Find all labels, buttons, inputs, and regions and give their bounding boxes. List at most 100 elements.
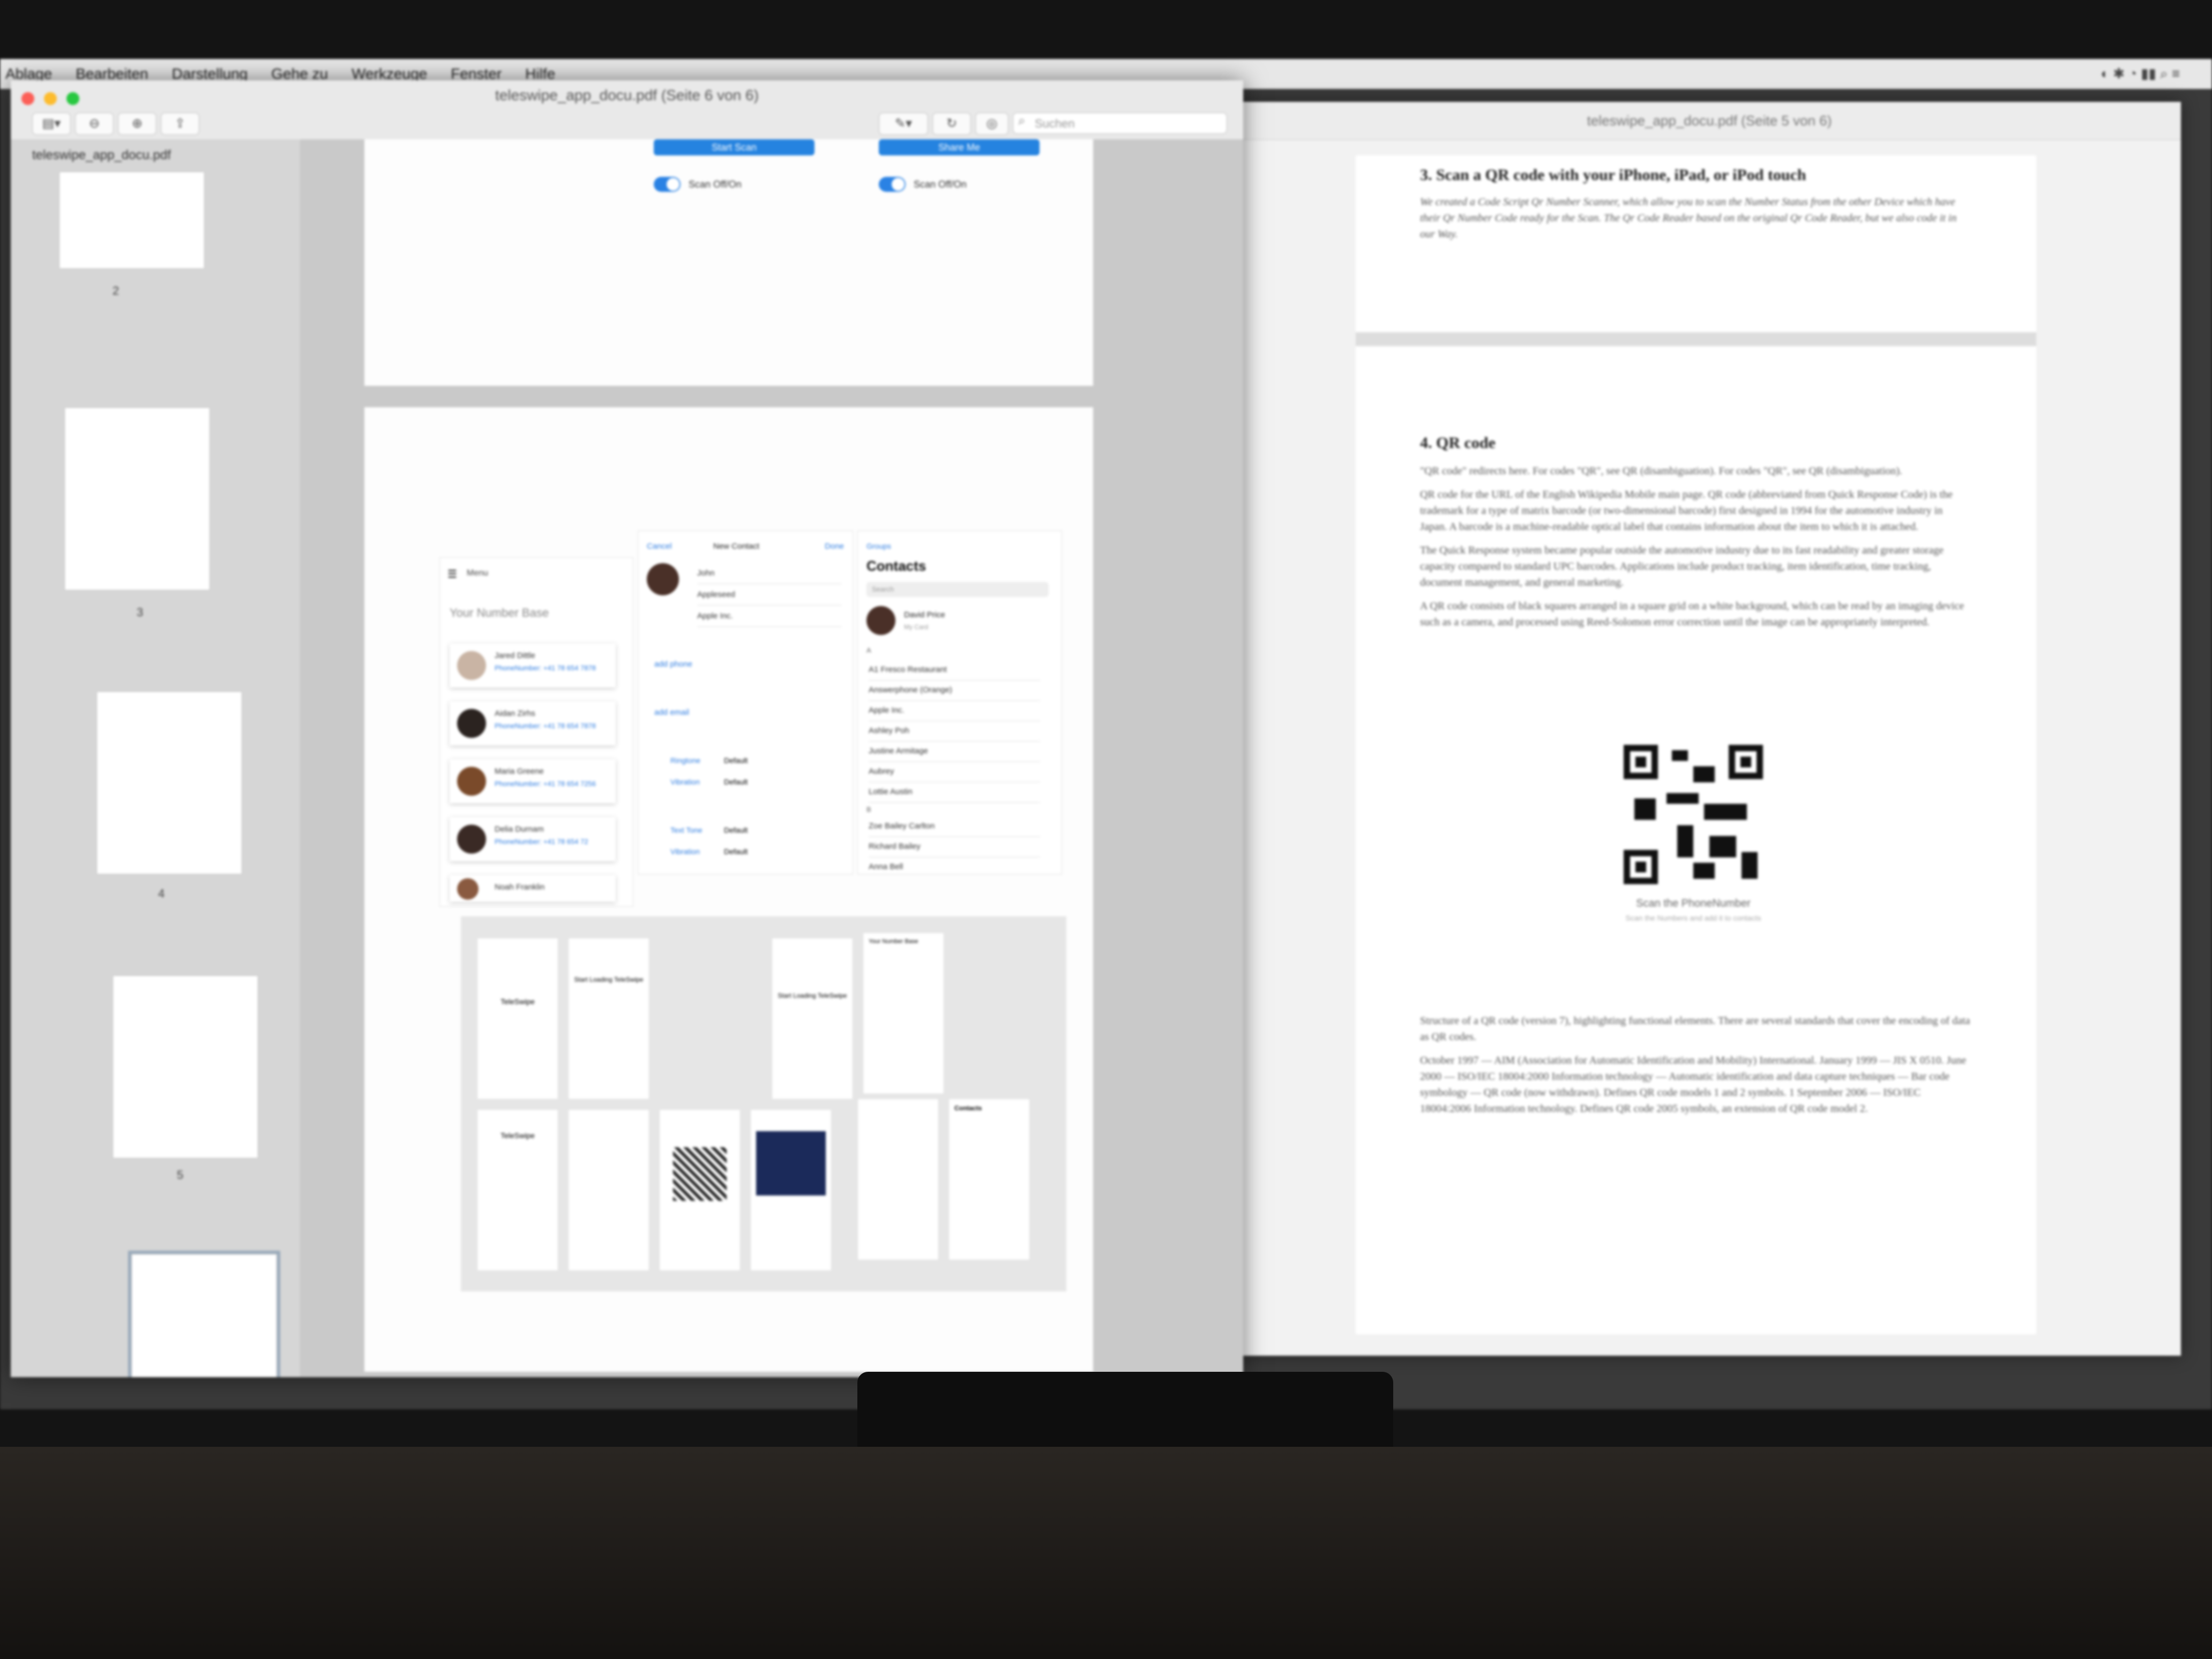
page-number-4: 4 bbox=[158, 887, 165, 900]
contacts-search: Search bbox=[866, 582, 1049, 597]
back-window-title: teleswipe_app_docu.pdf (Seite 5 von 6) bbox=[1238, 102, 2181, 140]
page-thumbnail-6[interactable] bbox=[128, 1251, 280, 1377]
mini-screen-title: Start Loading TeleSwipe bbox=[574, 976, 644, 983]
my-card-sub: My Card bbox=[904, 623, 929, 631]
section-letter-a: A bbox=[866, 646, 871, 654]
share-icon[interactable]: ⇪ bbox=[161, 113, 199, 135]
cancel-label: Cancel bbox=[647, 542, 672, 551]
mini-screen: Contacts bbox=[948, 1098, 1030, 1260]
contact-row: Apple Inc. bbox=[869, 700, 1040, 721]
status-tray-icons[interactable]: ◐ ✱ ◔ ▮▮ ⌕ ≡ bbox=[2101, 65, 2180, 83]
contact-card: Noah Franklin bbox=[450, 875, 616, 902]
mini-screen bbox=[659, 1109, 741, 1271]
section4-paragraph-2: The Quick Response system became popular… bbox=[1420, 544, 1944, 588]
vibration-label: Vibration bbox=[670, 778, 700, 786]
mini-screen bbox=[857, 1098, 939, 1260]
avatar bbox=[457, 767, 486, 796]
page-thumbnail-4[interactable] bbox=[96, 691, 242, 875]
avatar bbox=[457, 651, 486, 680]
contact-phone: PhoneNumber: +41 78 654 72 bbox=[495, 838, 588, 846]
hamburger-icon: ☰ bbox=[447, 569, 457, 580]
vibration2-label: Vibration bbox=[670, 847, 700, 856]
avatar bbox=[866, 606, 895, 635]
zoom-out-icon[interactable]: ⊖ bbox=[75, 113, 114, 135]
my-card-name: David Price bbox=[904, 610, 945, 619]
search-input[interactable]: Suchen bbox=[1013, 113, 1227, 134]
preview-window: teleswipe_app_docu.pdf (Seite 6 von 6) ▤… bbox=[11, 80, 1243, 1377]
mini-screen bbox=[568, 1109, 649, 1271]
contact-name: Maria Greene bbox=[495, 767, 544, 776]
page-separator bbox=[1356, 332, 2036, 346]
mini-screen: Your Number Base bbox=[863, 932, 944, 1094]
sidebar-toggle-icon[interactable]: ▤▾ bbox=[32, 113, 71, 135]
qr-module bbox=[1709, 836, 1736, 857]
markup-icon[interactable]: ✎▾ bbox=[879, 113, 928, 135]
page-number-3: 3 bbox=[137, 606, 144, 619]
page-thumbnail-2[interactable] bbox=[59, 171, 205, 269]
section4-intro: "QR code" redirects here. For codes "QR"… bbox=[1420, 465, 1902, 477]
document-area[interactable]: Start Scan Share Me Scan Off/On Scan Off… bbox=[300, 139, 1243, 1377]
avatar bbox=[457, 825, 486, 854]
avatar bbox=[647, 563, 679, 595]
mini-screen: TeleSwipe bbox=[477, 1109, 558, 1271]
screen-contacts: Groups Contacts Search David Price My Ca… bbox=[857, 530, 1062, 875]
contact-phone: PhoneNumber: +41 78 654 7878 bbox=[495, 664, 596, 672]
contact-row: Lottie Austin bbox=[869, 782, 1040, 803]
page-thumbnail-5[interactable] bbox=[113, 975, 258, 1159]
section4-paragraph-4: Structure of a QR code (version 7), high… bbox=[1420, 1015, 1970, 1043]
mini-screen-title: TeleSwipe bbox=[500, 1131, 535, 1140]
contact-name: Noah Franklin bbox=[495, 883, 545, 892]
add-email-label: add email bbox=[654, 708, 690, 717]
section3-heading: 3. Scan a QR code with your iPhone, iPad… bbox=[1420, 166, 1806, 184]
qr-code-image bbox=[1624, 745, 1763, 884]
page-number-5: 5 bbox=[177, 1168, 184, 1182]
screen-gallery: TeleSwipe Start Loading TeleSwipe Start … bbox=[461, 916, 1066, 1291]
section4-paragraph-1: QR code for the URL of the English Wikip… bbox=[1420, 489, 1953, 533]
first-name-field: John bbox=[697, 563, 842, 584]
scan-toggle-left bbox=[654, 177, 681, 192]
mini-screen: Start Loading TeleSwipe bbox=[772, 938, 853, 1100]
section4-paragraph-3: A QR code consists of black squares arra… bbox=[1420, 600, 1964, 628]
screen: Ablage Bearbeiten Darstellung Gehe zu We… bbox=[0, 59, 2212, 1409]
number-base-title: Your Number Base bbox=[450, 606, 549, 619]
window-toolbar: teleswipe_app_docu.pdf (Seite 6 von 6) ▤… bbox=[11, 80, 1243, 140]
qr-module bbox=[1634, 798, 1656, 820]
last-name-field: Appleseed bbox=[697, 585, 842, 606]
mini-screen-title: Start Loading TeleSwipe bbox=[778, 992, 847, 999]
qr-finder bbox=[1624, 850, 1658, 884]
contact-phone: PhoneNumber: +41 78 654 7256 bbox=[495, 780, 596, 788]
qr-module bbox=[1693, 766, 1715, 782]
page-thumbnail-3[interactable] bbox=[64, 407, 210, 591]
page-top-portion: Start Scan Share Me Scan Off/On Scan Off… bbox=[364, 139, 1093, 386]
camera-preview-icon bbox=[756, 1131, 826, 1195]
page-number-2: 2 bbox=[113, 284, 119, 297]
document-page-5: 3. Scan a QR code with your iPhone, iPad… bbox=[1356, 155, 2036, 1334]
vibration2-value: Default bbox=[724, 847, 748, 856]
rotate-icon[interactable]: ↻ bbox=[932, 113, 971, 135]
contact-row: Zoe Bailey Carlton bbox=[869, 816, 1040, 837]
sidebar-file-name[interactable]: teleswipe_app_docu.pdf bbox=[32, 148, 171, 163]
thumbnail-sidebar: teleswipe_app_docu.pdf 2 3 4 5 6 bbox=[11, 139, 301, 1377]
contact-name: Delia Durnam bbox=[495, 825, 544, 834]
contact-name: Jared Dittle bbox=[495, 651, 535, 660]
qr-finder bbox=[1624, 745, 1658, 779]
contact-row: Aubrey bbox=[869, 761, 1040, 782]
screen-new-contact: Cancel New Contact Done John Appleseed A… bbox=[638, 530, 853, 875]
text-tone-label: Text Tone bbox=[670, 826, 703, 834]
text-tone-value: Default bbox=[724, 826, 748, 834]
desk-surface bbox=[0, 1447, 2212, 1659]
mini-screen-title: Contacts bbox=[954, 1104, 982, 1112]
qr-module bbox=[1742, 852, 1758, 879]
annotate-icon[interactable]: ◎ bbox=[975, 113, 1008, 135]
contact-row: Richard Bailey bbox=[869, 836, 1040, 857]
qr-module bbox=[1677, 825, 1693, 857]
zoom-in-icon[interactable]: ⊕ bbox=[118, 113, 156, 135]
section-letter-b: B bbox=[866, 805, 871, 813]
add-phone-label: add phone bbox=[654, 660, 692, 669]
scan-toggle-left-label: Scan Off/On bbox=[689, 179, 742, 190]
ringtone-label: Ringtone bbox=[670, 756, 701, 765]
contact-name: Aidan Zirhs bbox=[495, 709, 535, 718]
new-contact-title: New Contact bbox=[713, 542, 759, 551]
monitor-bezel: Ablage Bearbeiten Darstellung Gehe zu We… bbox=[0, 0, 2212, 1447]
contact-card: Jared Dittle PhoneNumber: +41 78 654 787… bbox=[450, 644, 616, 687]
